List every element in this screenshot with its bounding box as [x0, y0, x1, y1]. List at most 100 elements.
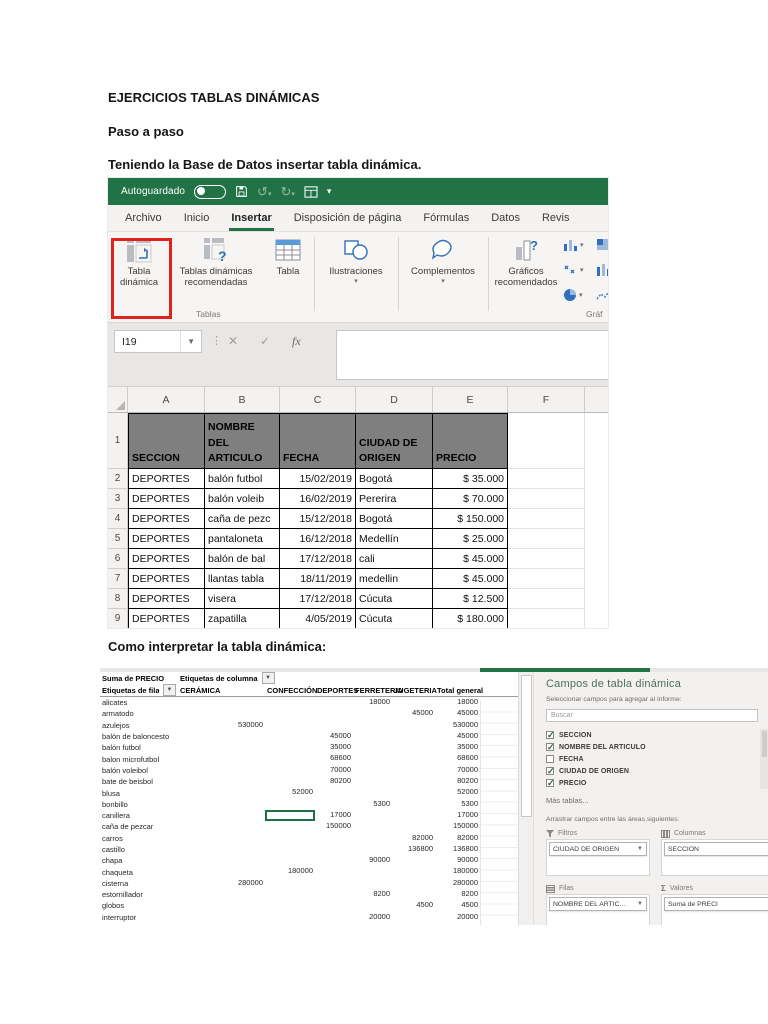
- pivot-value-cell[interactable]: 70000: [435, 765, 480, 776]
- row-number-2[interactable]: 2: [108, 469, 128, 489]
- sheet-cell[interactable]: DEPORTES: [128, 529, 205, 549]
- pivot-value-cell[interactable]: [392, 787, 435, 798]
- undo-icon[interactable]: ↺▾: [257, 185, 271, 198]
- pivot-value-cell[interactable]: 4500: [392, 900, 435, 911]
- row-number-3[interactable]: 3: [108, 489, 128, 509]
- pivot-value-cell[interactable]: [353, 787, 392, 798]
- pivot-value-cell[interactable]: [178, 900, 265, 911]
- pivot-row-header[interactable]: bate de beisbol: [100, 777, 178, 786]
- pivot-value-cell[interactable]: 68600: [315, 753, 353, 764]
- sheet-cell[interactable]: DEPORTES: [128, 589, 205, 609]
- pivot-value-cell[interactable]: 35000: [315, 742, 353, 753]
- sheet-empty-cell[interactable]: [508, 469, 585, 489]
- pivot-column-header[interactable]: Total general: [435, 686, 483, 695]
- pivot-value-cell[interactable]: [178, 787, 265, 798]
- field-checkbox[interactable]: [546, 742, 555, 753]
- pivot-value-cell[interactable]: [353, 708, 392, 719]
- fx-icon[interactable]: fx: [292, 334, 301, 349]
- pivot-value-cell[interactable]: [265, 844, 315, 855]
- pivot-corner-label[interactable]: Suma de PRECIO: [100, 674, 178, 683]
- pivot-value-cell[interactable]: 180000: [435, 866, 480, 877]
- pivot-row-header[interactable]: estornillador: [100, 890, 178, 899]
- rows-field-chip[interactable]: NOMBRE DEL ARTIC... ▼: [549, 897, 647, 911]
- pivot-row-header[interactable]: castillo: [100, 845, 178, 854]
- autosave-toggle[interactable]: [194, 184, 227, 199]
- sheet-empty-cell[interactable]: [508, 529, 585, 549]
- worksheet-vscrollbar[interactable]: [518, 672, 533, 925]
- pivot-value-cell[interactable]: [178, 708, 265, 719]
- fields-list-scrollbar-thumb[interactable]: [761, 731, 767, 757]
- pivot-value-cell[interactable]: [353, 742, 392, 753]
- sheet-cell[interactable]: 18/11/2019: [280, 569, 356, 589]
- sheet-empty-cell[interactable]: [508, 569, 585, 589]
- pivot-value-cell[interactable]: [353, 765, 392, 776]
- sheet-cell[interactable]: 4/05/2019: [280, 609, 356, 628]
- pivot-value-cell[interactable]: 8200: [353, 889, 392, 900]
- pivot-value-cell[interactable]: [353, 844, 392, 855]
- pivot-value-cell[interactable]: [315, 787, 353, 798]
- confirm-entry-icon[interactable]: ✓: [260, 334, 270, 348]
- values-dropzone[interactable]: Suma de PRECI: [661, 894, 768, 925]
- row-number-7[interactable]: 7: [108, 569, 128, 589]
- pivot-value-cell[interactable]: 52000: [435, 787, 480, 798]
- pivot-value-cell[interactable]: 180000: [265, 866, 315, 877]
- pivot-value-cell[interactable]: [265, 708, 315, 719]
- sheet-cell[interactable]: pantaloneta: [205, 529, 280, 549]
- pivot-value-cell[interactable]: 45000: [315, 731, 353, 742]
- vscrollbar-thumb[interactable]: [521, 675, 532, 817]
- insert-pie-chart-button[interactable]: ▾: [563, 288, 583, 302]
- sheet-cell[interactable]: 17/12/2018: [280, 589, 356, 609]
- pivot-value-cell[interactable]: [265, 833, 315, 844]
- pivot-column-header[interactable]: CONFECCIÓN: [265, 686, 317, 695]
- row-number-9[interactable]: 9: [108, 609, 128, 628]
- pivot-value-cell[interactable]: 80200: [315, 776, 353, 787]
- pivot-value-cell[interactable]: 530000: [435, 720, 480, 731]
- insert-column-chart-button[interactable]: ▾: [563, 238, 584, 251]
- pivot-row-header[interactable]: alicates: [100, 698, 178, 707]
- sheet-empty-cell[interactable]: [508, 489, 585, 509]
- fields-search-input[interactable]: Buscar: [546, 709, 758, 722]
- sheet-cell[interactable]: DEPORTES: [128, 609, 205, 628]
- pivot-value-cell[interactable]: 150000: [315, 821, 353, 832]
- pivot-value-cell[interactable]: 18000: [435, 697, 480, 708]
- pivot-row-header[interactable]: balón de baloncesto: [100, 732, 178, 741]
- pivot-value-cell[interactable]: 82000: [435, 833, 480, 844]
- row-number-4[interactable]: 4: [108, 509, 128, 529]
- sheet-cell[interactable]: 16/12/2018: [280, 529, 356, 549]
- pivot-row-header[interactable]: chapa: [100, 856, 178, 865]
- pivot-value-cell[interactable]: [265, 776, 315, 787]
- sheet-cell[interactable]: 15/12/2018: [280, 509, 356, 529]
- pivot-value-cell[interactable]: [315, 866, 353, 877]
- pivot-value-cell[interactable]: 82000: [392, 833, 435, 844]
- row-number-6[interactable]: 6: [108, 549, 128, 569]
- field-item-1[interactable]: NOMBRE DEL ARTICULO: [546, 741, 768, 753]
- sheet-cell[interactable]: visera: [205, 589, 280, 609]
- cancel-entry-icon[interactable]: ✕: [228, 334, 238, 348]
- pivot-value-cell[interactable]: 18000: [353, 697, 392, 708]
- field-checkbox[interactable]: [546, 778, 555, 789]
- pivot-value-cell[interactable]: [392, 912, 435, 923]
- sheet-header-cell[interactable]: SECCION: [128, 413, 205, 469]
- pivot-value-cell[interactable]: [353, 720, 392, 731]
- pivot-row-header[interactable]: blusa: [100, 789, 178, 798]
- sheet-cell[interactable]: DEPORTES: [128, 549, 205, 569]
- pivot-value-cell[interactable]: 35000: [435, 742, 480, 753]
- insert-scatter-chart-button[interactable]: ▾: [563, 263, 584, 276]
- pivot-row-header[interactable]: caña de pezcar: [100, 822, 178, 831]
- insert-chart-button-cut2[interactable]: [596, 263, 608, 276]
- pivot-value-cell[interactable]: [315, 878, 353, 889]
- pivot-value-cell[interactable]: [315, 720, 353, 731]
- sheet-cell[interactable]: $ 70.000: [433, 489, 508, 509]
- pivot-value-cell[interactable]: [265, 720, 315, 731]
- columns-field-chip[interactable]: SECCION▼: [664, 842, 768, 856]
- pivot-value-cell[interactable]: [265, 809, 315, 822]
- recommended-pivots-button[interactable]: ? Tablas dinámicas recomendadas: [168, 236, 264, 289]
- menu-tab-2[interactable]: Insertar: [220, 205, 282, 231]
- sheet-cell[interactable]: $ 35.000: [433, 469, 508, 489]
- pivot-value-cell[interactable]: [315, 900, 353, 911]
- pivot-row-header[interactable]: azulejos: [100, 721, 178, 730]
- column-header-D[interactable]: D: [356, 387, 433, 412]
- pivot-value-cell[interactable]: [353, 866, 392, 877]
- menu-tab-5[interactable]: Datos: [480, 205, 531, 231]
- sheet-cell[interactable]: $ 45.000: [433, 549, 508, 569]
